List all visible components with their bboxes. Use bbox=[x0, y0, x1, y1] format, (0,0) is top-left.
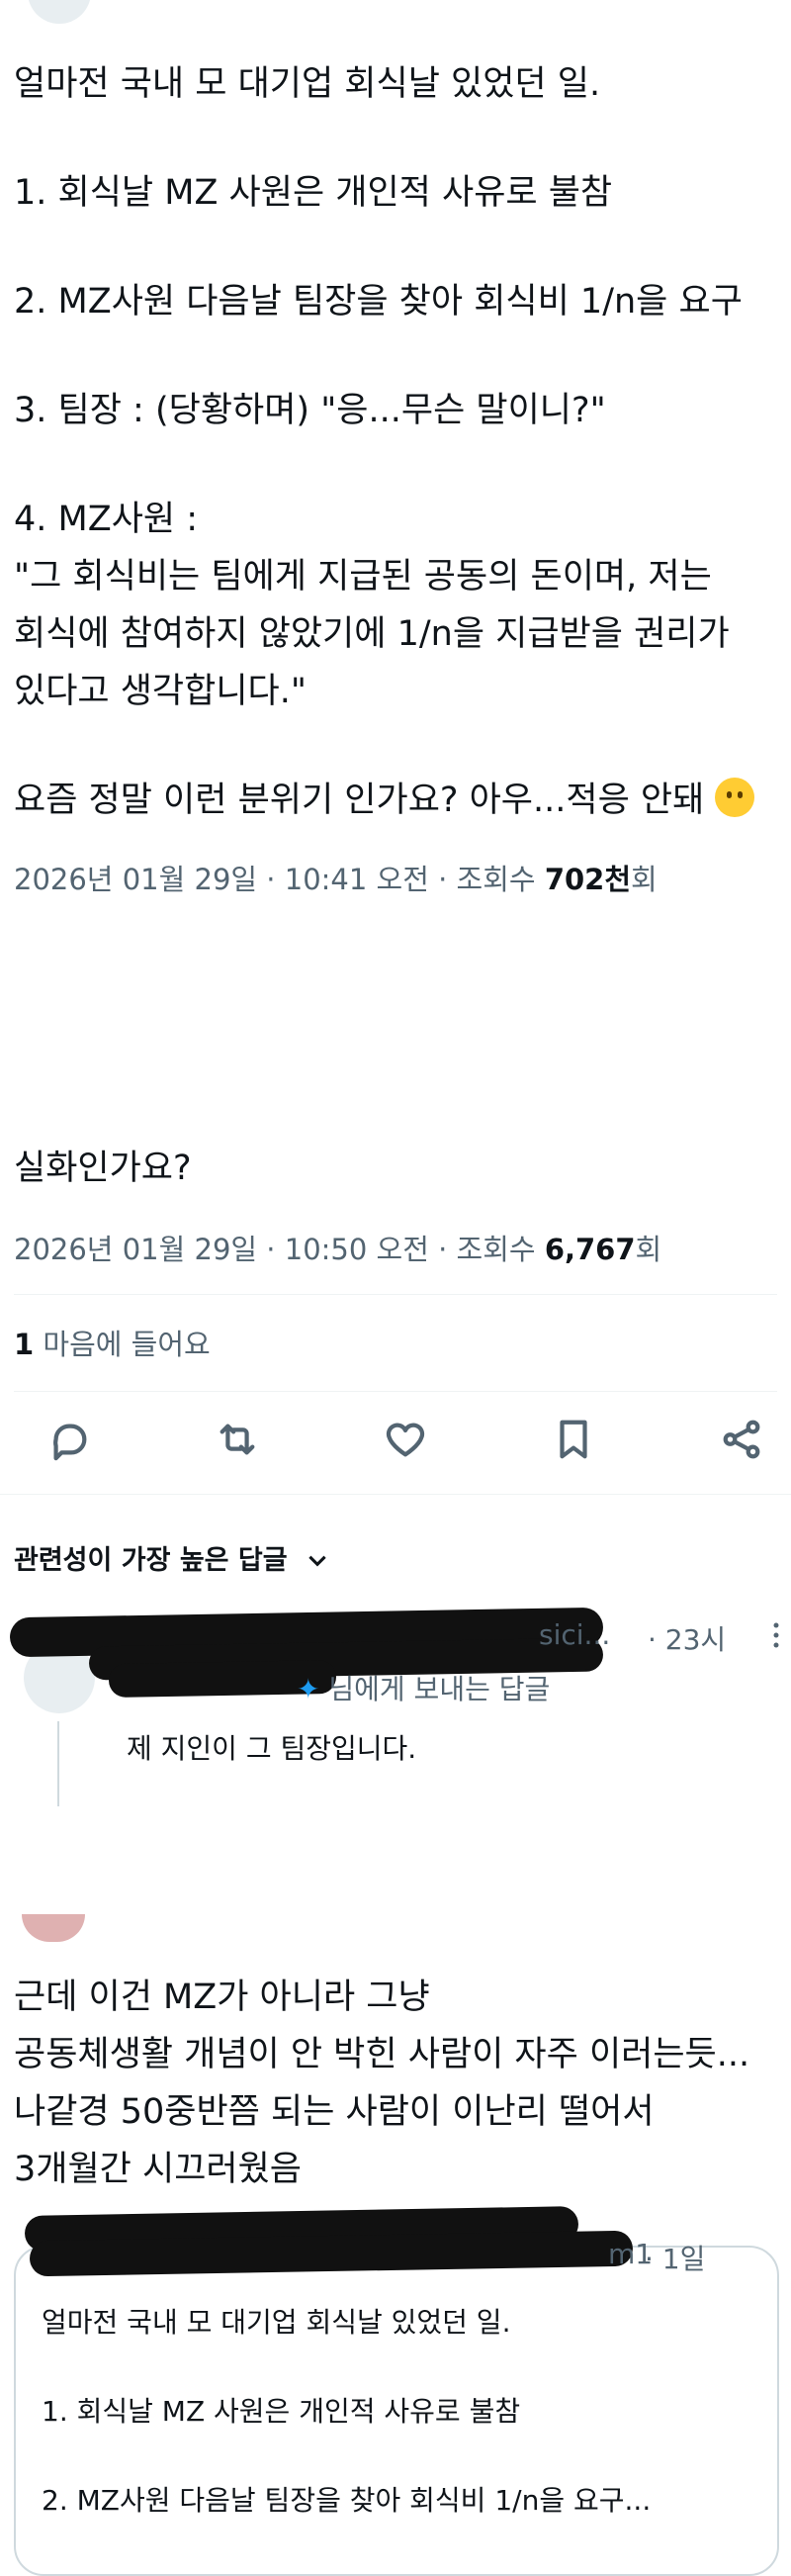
avatar[interactable] bbox=[28, 0, 91, 24]
post-line-5: 4. MZ사원 : bbox=[14, 500, 199, 539]
quoted-line-2: 1. 회식날 MZ 사원은 개인적 사유로 불참 bbox=[42, 2395, 521, 2428]
post-line-9: 요즘 정말 이런 분위기 인가요? 아우...적응 안돼 bbox=[14, 772, 755, 829]
quoted-time[interactable]: · 1일 bbox=[645, 2238, 705, 2277]
more-options-icon[interactable] bbox=[771, 1618, 791, 1658]
quoted-line-1: 얼마전 국내 모 대기업 회식날 있었던 일. bbox=[42, 2306, 511, 2339]
post-line-4: 3. 팀장 : (당황하며) "응...무슨 말이니?" bbox=[14, 391, 606, 430]
post-line-8: 있다고 생각합니다." bbox=[14, 672, 307, 711]
first-reply-time[interactable]: · 23시 bbox=[648, 1618, 726, 1658]
quote-post-line-4: 3개월간 시끄러웠음 bbox=[14, 2150, 302, 2189]
quote-post-line-1: 근데 이건 MZ가 아니라 그냥 bbox=[14, 1978, 430, 2017]
first-reply-text: 제 지인이 그 팀장입니다. bbox=[127, 1732, 417, 1765]
post-line-2: 1. 회식날 MZ 사원은 개인적 사유로 불참 bbox=[14, 173, 613, 213]
post-meta: 2026년 01월 29일 · 10:41 오전 · 조회수 702천회 bbox=[14, 857, 658, 898]
avatar[interactable] bbox=[22, 1914, 85, 1942]
post-line-1: 얼마전 국내 모 대기업 회식날 있었던 일. bbox=[14, 64, 601, 104]
first-reply-handle-partial[interactable]: sici... bbox=[539, 1618, 610, 1651]
post-views-count[interactable]: 702천 bbox=[545, 863, 631, 896]
post-timestamp: 2026년 01월 29일 · 10:41 오전 · 조회수 bbox=[14, 863, 545, 896]
divider bbox=[0, 1494, 791, 1495]
bookmark-icon[interactable] bbox=[551, 1417, 596, 1462]
first-reply-to-label: ✦ 님에게 보내는 답글 bbox=[297, 1673, 551, 1705]
reply-views-suffix: 회 bbox=[635, 1233, 662, 1266]
quoted-line-3: 2. MZ사원 다음날 팀장을 찾아 회식비 1/n을 요구... bbox=[42, 2484, 652, 2517]
likes-count: 1 bbox=[14, 1328, 35, 1361]
divider bbox=[14, 1391, 777, 1392]
post-line-3: 2. MZ사원 다음날 팀장을 찾아 회식비 1/n을 요구 bbox=[14, 282, 743, 322]
quote-post-line-3: 나같경 50중반쯤 되는 사람이 이난리 떨어서 bbox=[14, 2092, 655, 2132]
reply-icon[interactable] bbox=[46, 1417, 92, 1462]
divider bbox=[14, 1294, 777, 1295]
first-reply-to-text: 님에게 보내는 답글 bbox=[328, 1673, 551, 1705]
post-line-6: "그 회식비는 팀에게 지급된 공동의 돈이며, 저는 bbox=[14, 557, 712, 597]
reply-text: 실화인가요? bbox=[14, 1149, 192, 1188]
chevron-down-icon bbox=[308, 1555, 326, 1567]
replies-sort-dropdown[interactable]: 관련성이 가장 높은 답글 bbox=[14, 1538, 330, 1577]
likes-label: 마음에 들어요 bbox=[43, 1328, 211, 1361]
replies-sort-label: 관련성이 가장 높은 답글 bbox=[14, 1545, 288, 1576]
reply-meta: 2026년 01월 29일 · 10:50 오전 · 조회수 6,767회 bbox=[14, 1227, 661, 1268]
post-line-9-text: 요즘 정말 이런 분위기 인가요? 아우...적응 안돼 bbox=[14, 781, 705, 820]
likes-row[interactable]: 1 마음에 들어요 bbox=[14, 1322, 211, 1363]
expressionless-face-emoji-icon bbox=[715, 778, 755, 817]
post-line-7: 회식에 참여하지 않았기에 1/n을 지급받을 권리가 bbox=[14, 614, 730, 654]
thread-line bbox=[57, 1721, 59, 1806]
heart-icon[interactable] bbox=[383, 1417, 428, 1462]
post-views-suffix: 회 bbox=[631, 863, 658, 896]
retweet-icon[interactable] bbox=[215, 1417, 260, 1462]
reply-timestamp: 2026년 01월 29일 · 10:50 오전 · 조회수 bbox=[14, 1233, 545, 1266]
reply-views-count[interactable]: 6,767 bbox=[545, 1233, 636, 1266]
share-icon[interactable] bbox=[719, 1417, 764, 1462]
quote-post-line-2: 공동체생활 개념이 안 박힌 사람이 자주 이러는듯... bbox=[14, 2035, 750, 2074]
